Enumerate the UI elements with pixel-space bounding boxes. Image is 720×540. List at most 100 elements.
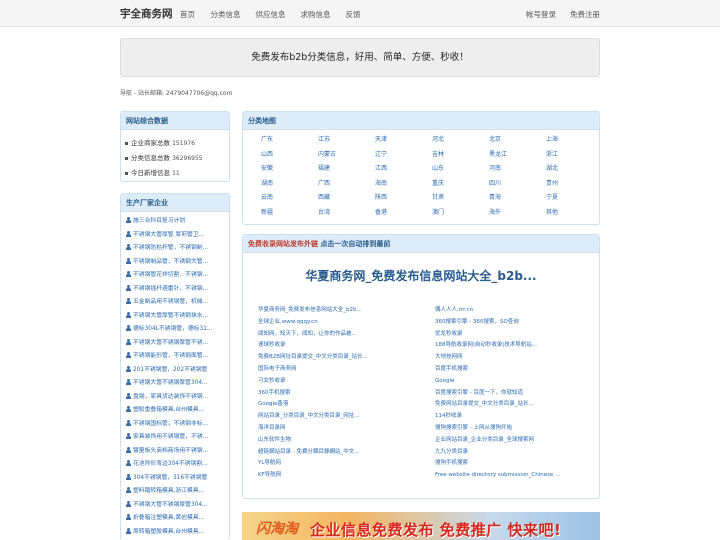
featured-site-title[interactable]: 华夏商务网_免费发布信息网站大全_b2b... — [243, 267, 599, 283]
site-link[interactable]: 360搜索引擎 - 360搜索，SO查询 — [435, 317, 599, 329]
site-link[interactable]: Google — [435, 376, 599, 388]
product-item[interactable]: 201不锈钢管，202不锈钢管 — [126, 364, 224, 378]
site-link[interactable]: 偶人人人,rrr.cn — [435, 305, 599, 317]
category-link[interactable]: 山西 — [261, 148, 318, 163]
product-item[interactable]: 折叠箱注塑模具,黄岩模具... — [126, 512, 224, 526]
site-link[interactable]: 山东软件生物 — [258, 435, 435, 447]
site-link[interactable]: 免费网站目录提交_中文分类目录_站长... — [435, 399, 599, 411]
category-link[interactable]: 宁夏 — [546, 191, 599, 206]
site-link[interactable]: 海洋目录网 — [258, 423, 435, 435]
site-link[interactable]: 大地技网网 — [435, 352, 599, 364]
category-link[interactable]: 湖北 — [546, 162, 599, 177]
product-item[interactable]: 盘钢，家具货达装饰不锈钢... — [126, 391, 224, 405]
category-link[interactable]: 内蒙古 — [318, 148, 375, 163]
site-logo[interactable]: 宇全商务网 — [120, 6, 173, 21]
site-link[interactable]: 企业网站目录_企业分类目录_全球搜索网 — [435, 435, 599, 447]
site-link[interactable]: 华夏商务网_免费发布信息网站大全_b2b... — [258, 305, 435, 317]
category-link[interactable]: 西藏 — [318, 191, 375, 206]
category-link[interactable]: 山东 — [432, 162, 489, 177]
category-link[interactable]: 上海 — [546, 133, 599, 148]
category-link[interactable]: 天津 — [375, 133, 432, 148]
category-link[interactable]: 辽宁 — [375, 148, 432, 163]
category-link[interactable]: 湖南 — [261, 177, 318, 192]
product-item[interactable]: 不锈钢能形管，不锈钢面管... — [126, 350, 224, 364]
site-link[interactable]: KF导航网 — [258, 470, 435, 482]
product-item[interactable]: 不锈钢大管厚管 厚煎管卫... — [126, 229, 224, 243]
site-link[interactable]: 速球秒收录 — [258, 340, 435, 352]
nav-purchase[interactable]: 求购信息 — [293, 9, 338, 20]
links-title-blue[interactable]: 点击一次自动排到最前 — [320, 240, 390, 248]
site-link[interactable]: 刁女秒收录 — [258, 376, 435, 388]
site-link[interactable]: 搜狗手机搜索 — [435, 458, 599, 470]
product-item[interactable]: 镀量板头商档商场用不锈钢... — [126, 445, 224, 459]
category-link[interactable]: 台湾 — [318, 206, 375, 221]
product-item[interactable]: 花池异形弯边304不锈钢割... — [126, 458, 224, 472]
site-link[interactable]: 国际电子商务网 — [258, 364, 435, 376]
login-link[interactable]: 帐号登录 — [526, 9, 556, 20]
category-link[interactable]: 四川 — [489, 177, 546, 192]
product-item[interactable]: 塑胶重叠箱模具,台州模具... — [126, 404, 224, 418]
product-item[interactable]: 不锈钢大管不锈钢厚管304... — [126, 377, 224, 391]
site-link[interactable]: 九九分类目录 — [435, 447, 599, 459]
category-link[interactable]: 重庆 — [432, 177, 489, 192]
category-link[interactable]: 浙江 — [546, 148, 599, 163]
category-link[interactable]: 澳门 — [432, 206, 489, 221]
category-link[interactable]: 陕西 — [375, 191, 432, 206]
category-link[interactable]: 青海 — [489, 191, 546, 206]
product-item[interactable]: 周转箱塑胶模具,台州模具... — [126, 526, 224, 540]
category-link[interactable]: 新疆 — [261, 206, 318, 221]
category-link[interactable]: 香港 — [375, 206, 432, 221]
category-link[interactable]: 吉林 — [432, 148, 489, 163]
register-link[interactable]: 免费注册 — [570, 9, 600, 20]
product-item[interactable]: 家具装饰用不锈钢管，不锈... — [126, 431, 224, 445]
product-item[interactable]: 不锈钢大管不锈钢厚管304... — [126, 499, 224, 513]
site-link[interactable]: Google香港 — [258, 399, 435, 411]
site-link[interactable]: 闻知网，知天下，闻知，让你的作品被... — [258, 329, 435, 341]
product-item[interactable]: 不锈钢大管不锈钢厚管不锈... — [126, 337, 224, 351]
category-link[interactable]: 江苏 — [318, 133, 375, 148]
site-link[interactable]: 114秒收录 — [435, 411, 599, 423]
site-link[interactable]: YL导航网 — [258, 458, 435, 470]
nav-feedback[interactable]: 反馈 — [338, 9, 368, 20]
category-link[interactable]: 海外 — [489, 206, 546, 221]
product-item[interactable]: 施三合科目复习计划 — [126, 215, 224, 229]
product-item[interactable]: 不锈钢插杆避雷针，不锈钢... — [126, 283, 224, 297]
product-item[interactable]: 德标304L不锈钢管，德标31... — [126, 323, 224, 337]
category-link[interactable]: 河南 — [489, 162, 546, 177]
category-link[interactable]: 福建 — [318, 162, 375, 177]
category-link[interactable]: 广东 — [261, 133, 318, 148]
site-link[interactable]: 全球企业,www.qqqy.cn — [258, 317, 435, 329]
site-link[interactable]: 360手机搜索 — [258, 388, 435, 400]
ad-banner[interactable]: 闪淘淘 企业信息免费发布 免费推广 快来吧! — [242, 512, 600, 540]
category-link[interactable]: 江西 — [375, 162, 432, 177]
category-link[interactable]: 河北 — [432, 133, 489, 148]
product-item[interactable]: 304不锈钢管，316不锈钢管 — [126, 472, 224, 486]
nav-supply[interactable]: 供应信息 — [248, 9, 293, 20]
category-link[interactable]: 北京 — [489, 133, 546, 148]
site-link[interactable]: 搜狗搜索引擎 - 上网从搜狗开始 — [435, 423, 599, 435]
category-link[interactable]: 黑龙江 — [489, 148, 546, 163]
nav-classified[interactable]: 分类信息 — [203, 9, 248, 20]
site-link[interactable]: 免费B2B网址目录提交_中文分类目录_站长... — [258, 352, 435, 364]
site-link[interactable]: 百度手机搜索 — [435, 364, 599, 376]
category-link[interactable]: 广西 — [318, 177, 375, 192]
product-item[interactable]: 不锈钢管花祥切割，不锈钢... — [126, 269, 224, 283]
category-link[interactable]: 安徽 — [261, 162, 318, 177]
product-item[interactable]: 不锈钢制品管，不锈钢大管... — [126, 256, 224, 270]
product-item[interactable]: 不锈钢大管厚管不锈钢抹水... — [126, 310, 224, 324]
nav-home[interactable]: 首页 — [172, 9, 203, 20]
product-item[interactable]: 不锈钢国标管，不锈钢非标... — [126, 418, 224, 432]
product-item[interactable]: 五金制品用不锈钢管，机械... — [126, 296, 224, 310]
site-link[interactable]: 优龙秒收录 — [435, 329, 599, 341]
product-item[interactable]: 不锈钢防枯杆管，不锈钢制... — [126, 242, 224, 256]
category-link[interactable]: 贵州 — [546, 177, 599, 192]
site-link[interactable]: 百度搜索引擎 - 百度一下，你就知道 — [435, 388, 599, 400]
site-link[interactable]: 超链網站目录 - 免費分類目錄網站_中文... — [258, 447, 435, 459]
site-link[interactable]: 网站目录_分类目录_中文分类目录_网址... — [258, 411, 435, 423]
site-link[interactable]: 188导航收录网|自动秒收录|技术导航站... — [435, 340, 599, 352]
category-link[interactable]: 海南 — [375, 177, 432, 192]
category-link[interactable]: 甘肃 — [432, 191, 489, 206]
category-link[interactable]: 云南 — [261, 191, 318, 206]
product-item[interactable]: 塑料踏转箱模具,浙江模具... — [126, 485, 224, 499]
category-link[interactable]: 其他 — [546, 206, 599, 221]
